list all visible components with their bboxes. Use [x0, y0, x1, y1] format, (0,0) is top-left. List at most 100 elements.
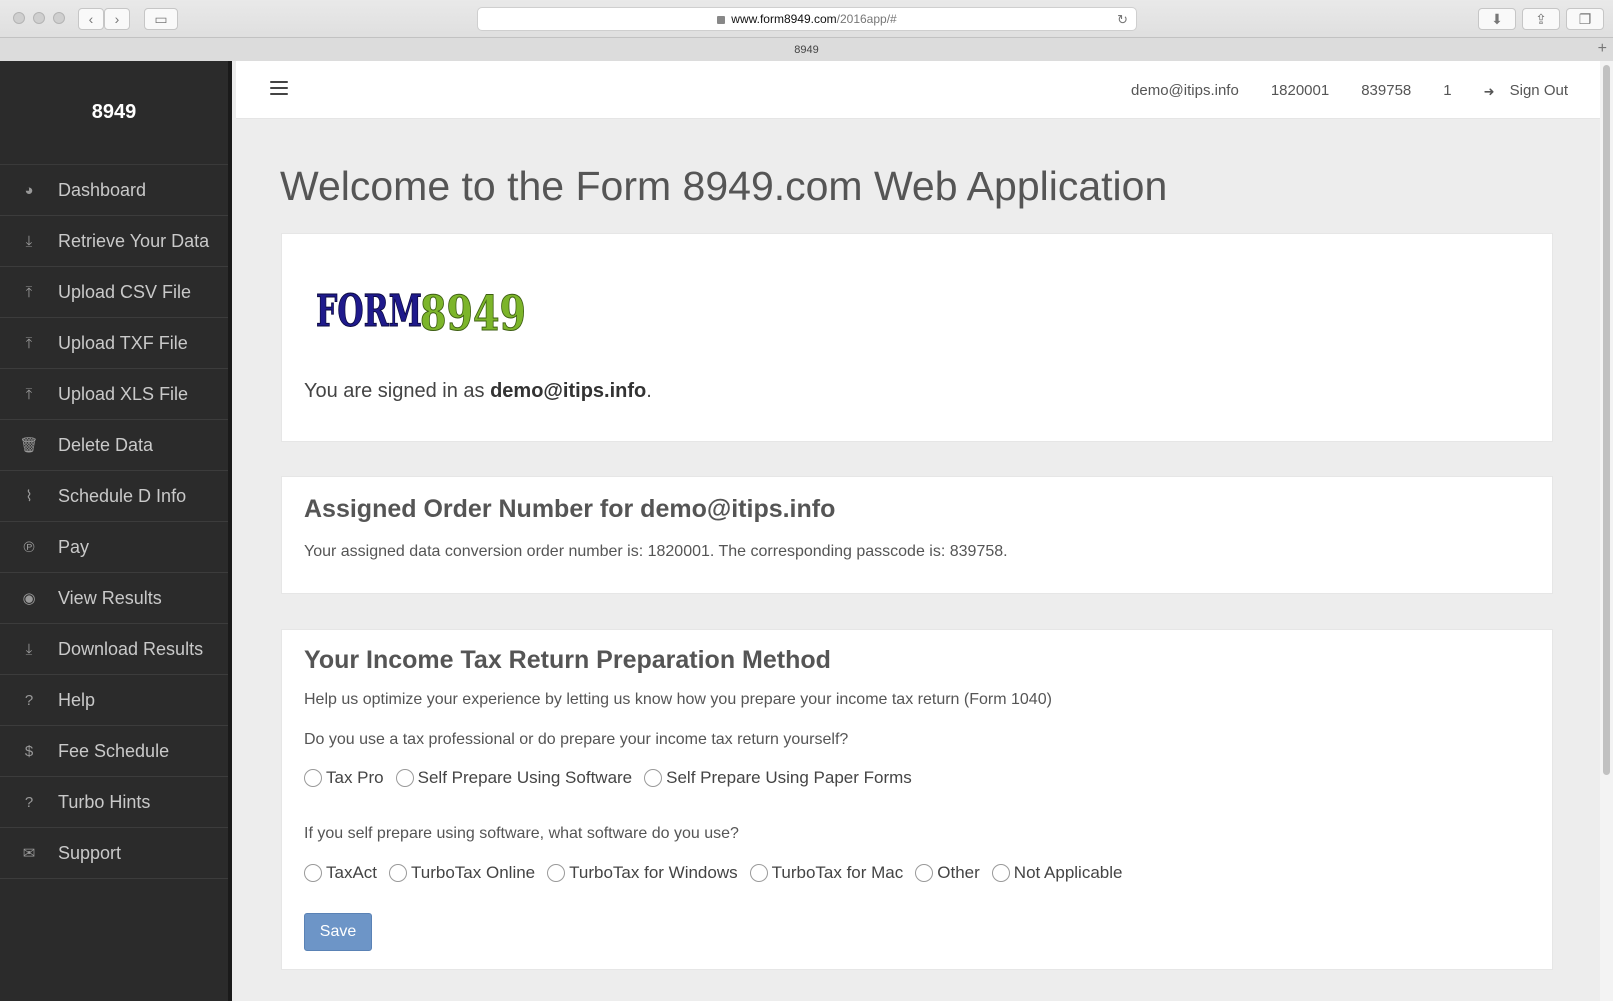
- radio-button[interactable]: [749, 864, 768, 882]
- radio-button[interactable]: [304, 864, 322, 882]
- sidebar-item-help[interactable]: ? Help: [0, 675, 228, 726]
- logo-form-text: FORM: [316, 286, 422, 337]
- radio-label: Self Prepare Using Software: [417, 768, 633, 787]
- software-option-turbotax-for-mac[interactable]: TurboTax for Mac: [749, 863, 903, 883]
- sidebar-item-label: Pay: [58, 536, 90, 557]
- question-software: If you self prepare using software, what…: [304, 825, 739, 842]
- sidebar-item-label: Upload XLS File: [58, 383, 189, 404]
- preparer-option-self-prepare-using-paper-forms[interactable]: Self Prepare Using Paper Forms: [644, 768, 912, 788]
- minimize-window-button[interactable]: [33, 12, 45, 24]
- welcome-panel: FORM 8949 You are signed in as demo@itip…: [281, 233, 1553, 442]
- signed-in-suffix: .: [646, 380, 652, 402]
- user-email[interactable]: demo@itips.info: [1131, 82, 1239, 99]
- scrollbar-thumb[interactable]: [1603, 65, 1610, 775]
- tab-bar: 8949 +: [0, 37, 1613, 61]
- tabs-overview-button[interactable]: ❐: [1566, 8, 1604, 30]
- upload-icon: ⤒: [25, 334, 33, 352]
- paypal-icon: ℗: [23, 538, 35, 556]
- main-content: demo@itips.info 1820001 839758 1 ➜ Sign …: [236, 61, 1600, 1001]
- envelope-icon: ✉: [22, 845, 36, 862]
- sidebar-item-label: Dashboard: [58, 179, 147, 200]
- signed-in-text: You are signed in as demo@itips.info.: [304, 380, 652, 403]
- sidebar-item-turbo-hints[interactable]: ? Turbo Hints: [0, 777, 228, 828]
- sidebar-icon: ▭: [154, 10, 168, 27]
- top-navbar-right: demo@itips.info 1820001 839758 1 ➜ Sign …: [1099, 61, 1568, 119]
- eye-icon: ◉: [22, 590, 36, 607]
- count-badge[interactable]: 1: [1443, 82, 1451, 99]
- sign-out-link[interactable]: ➜ Sign Out: [1484, 81, 1568, 100]
- tab-title[interactable]: 8949: [794, 44, 818, 56]
- menu-toggle-icon[interactable]: [270, 81, 288, 96]
- order-number-panel: Assigned Order Number for demo@itips.inf…: [281, 476, 1553, 594]
- question-icon: ?: [24, 793, 34, 811]
- back-button[interactable]: ‹: [78, 8, 104, 30]
- sidebar-item-view-results[interactable]: ◉ View Results: [0, 573, 228, 624]
- sidebar-item-fee-schedule[interactable]: $ Fee Schedule: [0, 726, 228, 777]
- save-button[interactable]: Save: [304, 913, 372, 951]
- sidebar-item-retrieve-your-data[interactable]: ⤓ Retrieve Your Data: [0, 216, 228, 267]
- radio-label: TurboTax Online: [411, 863, 536, 882]
- page-scrollbar[interactable]: [1600, 61, 1613, 1001]
- sidebar-item-label: Fee Schedule: [58, 740, 170, 761]
- radio-button[interactable]: [547, 864, 566, 882]
- sidebar-item-upload-csv-file[interactable]: ⤒ Upload CSV File: [0, 267, 228, 318]
- radio-button[interactable]: [915, 864, 934, 882]
- software-option-other[interactable]: Other: [915, 863, 980, 883]
- software-radio-group: TaxAct TurboTax Online TurboTax for Window…: [304, 863, 1134, 883]
- close-window-button[interactable]: [13, 12, 25, 24]
- preparer-option-tax-pro[interactable]: Tax Pro: [304, 768, 384, 788]
- lock-icon: [717, 16, 726, 24]
- browser-toolbar: ‹ › ▭ www.form8949.com/2016app/# ↻ ⬇ ⇪ ❐: [0, 0, 1613, 37]
- sidebar: 8949 ◕ Dashboard ⤓ Retrieve Your Data ⤒ Uploa…: [0, 61, 232, 1001]
- sidebar-item-delete-data[interactable]: 🗑 Delete Data: [0, 420, 228, 471]
- radio-button[interactable]: [644, 769, 663, 787]
- reload-icon[interactable]: ↻: [1117, 12, 1128, 28]
- order-number[interactable]: 1820001: [1271, 82, 1329, 99]
- forward-button[interactable]: ›: [104, 8, 130, 30]
- paperclip-icon: ⌇: [25, 488, 33, 505]
- sidebar-item-label: Turbo Hints: [58, 791, 151, 812]
- radio-button[interactable]: [389, 864, 408, 882]
- radio-label: Tax Pro: [326, 768, 384, 787]
- signed-in-email: demo@itips.info: [490, 380, 647, 402]
- radio-label: TurboTax for Windows: [569, 863, 738, 882]
- sidebar-item-label: Upload CSV File: [58, 281, 192, 302]
- passcode[interactable]: 839758: [1361, 82, 1411, 99]
- method-intro-text: Help us optimize your experience by lett…: [304, 691, 1052, 708]
- download-circle-icon: ⬇: [1491, 10, 1503, 27]
- radio-button[interactable]: [395, 769, 414, 787]
- software-option-turbotax-online[interactable]: TurboTax Online: [389, 863, 535, 883]
- radio-label: Other: [937, 863, 980, 882]
- software-option-turbotax-for-windows[interactable]: TurboTax for Windows: [547, 863, 738, 883]
- preparer-option-self-prepare-using-software[interactable]: Self Prepare Using Software: [395, 768, 633, 788]
- sidebar-item-dashboard[interactable]: ◕ Dashboard: [0, 165, 228, 216]
- share-button[interactable]: ⇪: [1522, 8, 1560, 30]
- sidebar-item-upload-xls-file[interactable]: ⤒ Upload XLS File: [0, 369, 228, 420]
- software-option-taxact[interactable]: TaxAct: [304, 863, 377, 883]
- zoom-window-button[interactable]: [53, 12, 65, 24]
- radio-button[interactable]: [991, 864, 1010, 882]
- new-tab-icon[interactable]: +: [1598, 40, 1607, 58]
- sidebar-item-label: Download Results: [58, 638, 204, 659]
- downloads-button[interactable]: ⬇: [1478, 8, 1516, 30]
- url-path: /2016app/#: [836, 12, 897, 26]
- address-bar[interactable]: www.form8949.com/2016app/# ↻: [477, 7, 1137, 31]
- software-option-not-applicable[interactable]: Not Applicable: [991, 863, 1122, 883]
- url-host: www.form8949.com: [731, 12, 837, 26]
- sign-out-label: Sign Out: [1509, 81, 1568, 99]
- sidebar-toggle-button[interactable]: ▭: [144, 8, 178, 30]
- sidebar-item-upload-txf-file[interactable]: ⤒ Upload TXF File: [0, 318, 228, 369]
- sidebar-item-label: Schedule D Info: [58, 485, 187, 506]
- chevron-left-icon: ‹: [88, 11, 94, 27]
- dollar-icon: $: [24, 742, 34, 760]
- radio-label: TaxAct: [326, 863, 378, 882]
- logo-number-text: 8949: [420, 286, 526, 338]
- sidebar-item-download-results[interactable]: ⤓ Download Results: [0, 624, 228, 675]
- sidebar-item-support[interactable]: ✉ Support: [0, 828, 228, 879]
- sidebar-item-schedule-d-info[interactable]: ⌇ Schedule D Info: [0, 471, 228, 522]
- sidebar-item-pay[interactable]: ℗ Pay: [0, 522, 228, 573]
- tabs-icon: ❐: [1578, 10, 1592, 27]
- radio-label: Self Prepare Using Paper Forms: [666, 768, 912, 787]
- sidebar-brand[interactable]: 8949: [0, 61, 228, 165]
- radio-button[interactable]: [304, 769, 322, 787]
